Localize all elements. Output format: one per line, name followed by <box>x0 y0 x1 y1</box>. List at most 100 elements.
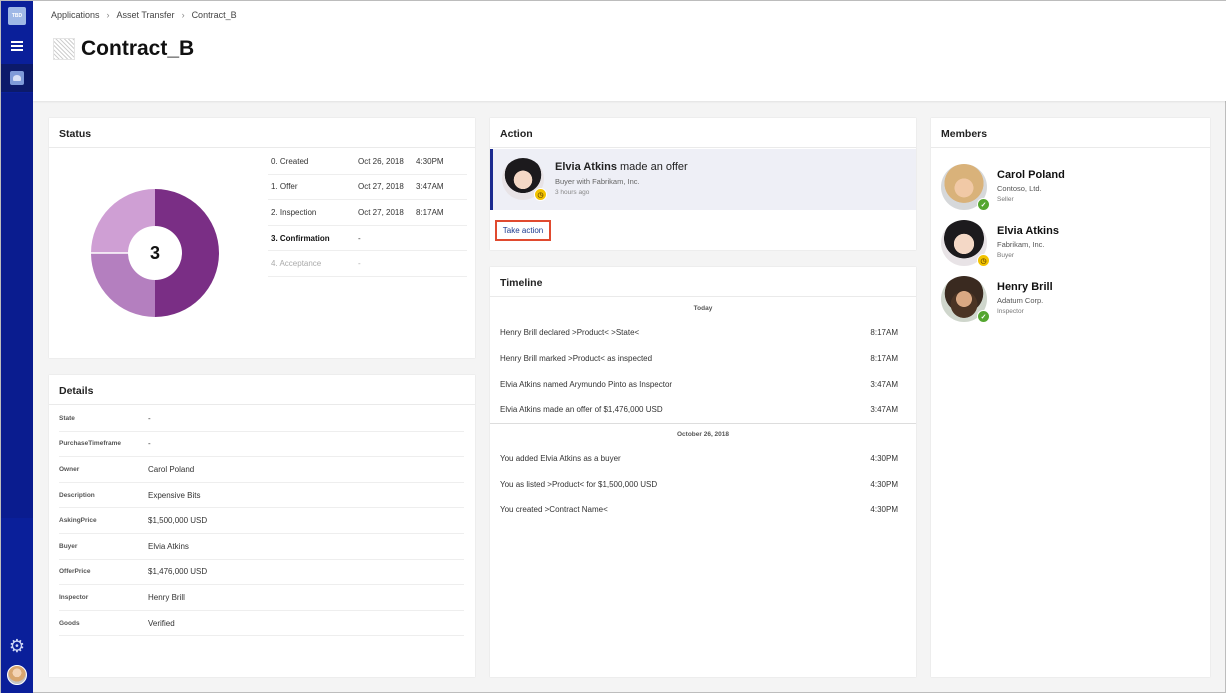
timeline-event-time: 8:17AM <box>870 328 898 338</box>
detail-value: $1,476,000 USD <box>148 567 208 577</box>
current-step-number: 3 <box>149 242 160 263</box>
timeline-event-time: 4:30PM <box>870 454 898 464</box>
contract-icon <box>53 38 75 60</box>
action-title: Action <box>490 118 916 148</box>
stage-time: 3:47AM <box>416 182 444 192</box>
stage-name: 4. Acceptance <box>271 259 322 269</box>
member-item[interactable]: ◷ Elvia Atkins Fabrikam, Inc. Buyer <box>941 220 1201 268</box>
timeline-list: Today Henry Brill declared >Product< >Sta… <box>490 297 916 523</box>
detail-row: PurchaseTimeframe - <box>59 432 464 458</box>
detail-key: AskingPrice <box>59 517 97 525</box>
detail-key: Buyer <box>59 542 78 550</box>
offer-verb: made an offer <box>616 161 688 173</box>
app-logo[interactable]: TBD <box>8 7 26 25</box>
detail-row: Owner Carol Poland <box>59 457 464 483</box>
timeline-event: You added Elvia Atkins as a buyer 4:30PM <box>490 446 916 472</box>
breadcrumb-applications[interactable]: Applications <box>51 10 100 20</box>
detail-key: OfferPrice <box>59 568 91 576</box>
member-info: Henry Brill Adatum Corp. Inspector <box>997 281 1053 315</box>
detail-row: AskingPrice $1,500,000 USD <box>59 508 464 534</box>
member-org: Contoso, Ltd. <box>997 184 1042 193</box>
stage-name: 0. Created <box>271 156 309 166</box>
detail-row: Goods Verified <box>59 611 464 637</box>
user-avatar[interactable] <box>7 665 27 685</box>
clock-icon: ◷ <box>534 188 547 201</box>
member-role: Inspector <box>997 308 1024 315</box>
timeline-date-separator: Today <box>693 305 713 312</box>
detail-row: Description Expensive Bits <box>59 483 464 509</box>
applications-nav-button[interactable] <box>1 64 33 92</box>
timeline-event: Elvia Atkins made an offer of $1,476,000… <box>490 397 916 423</box>
page-header: Applications › Asset Transfer › Contract… <box>33 1 1226 101</box>
detail-key: Goods <box>59 619 80 627</box>
stage-date: - <box>358 259 361 269</box>
breadcrumb: Applications › Asset Transfer › Contract… <box>51 10 237 20</box>
timeline-event-text: You added Elvia Atkins as a buyer <box>500 454 621 464</box>
offer-headline: Elvia Atkins made an offer <box>555 161 688 173</box>
detail-row: OfferPrice $1,476,000 USD <box>59 560 464 586</box>
breadcrumb-current: Contract_B <box>191 10 237 20</box>
timeline-event-text: Elvia Atkins made an offer of $1,476,000… <box>500 405 663 415</box>
member-item[interactable]: ✓ Carol Poland Contoso, Ltd. Seller <box>941 164 1201 212</box>
stage-date: - <box>358 233 361 243</box>
stage-name: 1. Offer <box>271 182 298 192</box>
take-action-button[interactable]: Take action <box>495 220 551 241</box>
details-title: Details <box>49 375 475 405</box>
timeline-event: You as listed >Product< for $1,500,000 U… <box>490 471 916 497</box>
members-title: Members <box>931 118 1210 148</box>
menu-icon[interactable] <box>11 41 23 51</box>
stage-row: 0. Created Oct 26, 2018 4:30PM <box>268 149 467 175</box>
stage-row: 4. Acceptance - <box>268 251 467 277</box>
gear-icon[interactable]: ⚙ <box>8 637 26 655</box>
offer-actor: Elvia Atkins <box>555 161 617 173</box>
rail-panel <box>1 93 33 518</box>
timeline-event-time: 3:47AM <box>870 379 898 389</box>
detail-value: - <box>148 439 151 449</box>
detail-value: Expensive Bits <box>148 490 201 500</box>
member-name: Carol Poland <box>997 169 1065 181</box>
detail-row: State - <box>59 406 464 432</box>
member-org: Adatum Corp. <box>997 296 1044 305</box>
member-info: Elvia Atkins Fabrikam, Inc. Buyer <box>997 225 1059 259</box>
status-title: Status <box>49 118 475 148</box>
stage-date: Oct 26, 2018 <box>358 156 404 166</box>
offer-timestamp: 3 hours ago <box>555 189 590 196</box>
check-icon: ✓ <box>977 310 990 323</box>
timeline-event-text: Henry Brill marked >Product< as inspecte… <box>500 354 653 364</box>
stage-date: Oct 27, 2018 <box>358 207 404 217</box>
timeline-event-text: You created >Contract Name< <box>500 505 608 515</box>
applications-icon <box>10 71 24 85</box>
timeline-event-text: Elvia Atkins named Arymundo Pinto as Ins… <box>500 379 673 389</box>
timeline-event-time: 3:47AM <box>870 405 898 415</box>
member-org: Fabrikam, Inc. <box>997 240 1045 249</box>
stage-name: 3. Confirmation <box>271 233 330 243</box>
breadcrumb-asset-transfer[interactable]: Asset Transfer <box>117 10 175 20</box>
detail-value: Carol Poland <box>148 464 195 474</box>
stage-list: 0. Created Oct 26, 2018 4:30PM 1. Offer Oct … <box>268 149 467 277</box>
detail-value: Elvia Atkins <box>148 541 189 551</box>
timeline-event: Elvia Atkins named Arymundo Pinto as Ins… <box>490 371 916 397</box>
detail-key: Owner <box>59 465 80 473</box>
detail-key: PurchaseTimeframe <box>59 440 122 448</box>
timeline-event-time: 8:17AM <box>870 354 898 364</box>
details-card: Details State - PurchaseTimeframe - Owner Car… <box>49 375 475 677</box>
status-card: Status 3 0. Created Oct 26, 2018 4:30PM 1. … <box>49 118 475 358</box>
member-item[interactable]: ✓ Henry Brill Adatum Corp. Inspector <box>941 276 1201 324</box>
timeline-title: Timeline <box>490 267 916 297</box>
member-role: Buyer <box>997 252 1014 259</box>
action-card: Action ◷ Elvia Atkins made an offer Buye… <box>490 118 916 250</box>
timeline-event-time: 4:30PM <box>870 479 898 489</box>
stage-row: 1. Offer Oct 27, 2018 3:47AM <box>268 175 467 201</box>
stage-time: 8:17AM <box>416 207 444 217</box>
page-title: Contract_B <box>81 37 195 60</box>
stage-row: 2. Inspection Oct 27, 2018 8:17AM <box>268 200 467 226</box>
detail-key: Inspector <box>59 593 89 601</box>
detail-key: Description <box>59 491 95 499</box>
detail-value: - <box>148 413 151 423</box>
member-name: Henry Brill <box>997 281 1053 293</box>
detail-row: Buyer Elvia Atkins <box>59 534 464 560</box>
avatar: ✓ <box>941 276 990 323</box>
timeline-date-separator: October 26, 2018 <box>490 422 916 446</box>
details-list: State - PurchaseTimeframe - Owner Carol Polan… <box>59 406 464 637</box>
timeline-event: Henry Brill marked >Product< as inspecte… <box>490 346 916 372</box>
